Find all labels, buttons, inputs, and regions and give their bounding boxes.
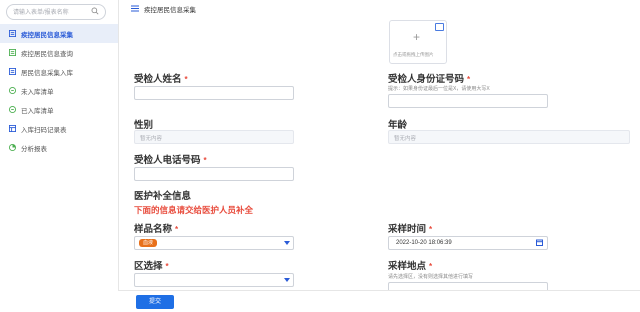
upload-text: 点击或拖拽上传图片 <box>393 52 434 57</box>
section-title: 医护补全信息 <box>134 191 192 202</box>
sidebar-item-label: 未入库清单 <box>21 89 54 96</box>
search-input[interactable]: 请输入表单/报表名称 <box>6 4 106 20</box>
place-label: 采样地点 * <box>388 261 433 272</box>
sidebar-item-collect[interactable]: 疾控居民信息采集 <box>0 24 118 43</box>
menu-icon[interactable] <box>131 5 139 12</box>
form-icon <box>9 30 16 37</box>
name-input[interactable] <box>134 86 294 100</box>
sidebar-item-label: 已入库清单 <box>21 108 54 115</box>
sidebar-item-label: 疾控居民信息采集 <box>21 32 73 39</box>
table-icon <box>9 125 16 132</box>
phone-label: 受检人电话号码 * <box>134 155 207 166</box>
id-label: 受检人身份证号码 * <box>388 74 471 85</box>
id-hint: 提示：如果身份证最后一位是X，请使用大写X <box>388 86 490 92</box>
list-icon <box>9 87 16 94</box>
list-icon <box>9 106 16 113</box>
calendar-icon[interactable] <box>536 239 543 246</box>
footer-bar <box>118 290 640 312</box>
place-hint: 请先选择区，没有则选择其他进行填写 <box>388 274 474 280</box>
gender-field: 暂无内容 <box>134 130 294 144</box>
time-picker[interactable]: 2022-10-20 18:06:39 <box>388 236 548 250</box>
region-label: 区选择 * <box>134 261 169 272</box>
sidebar-item-in[interactable]: 已入库清单 <box>0 100 118 119</box>
sidebar-item-label: 入库扫码记录表 <box>21 127 67 134</box>
sidebar-item-report[interactable]: 分析报表 <box>0 138 118 157</box>
age-field: 暂无内容 <box>388 130 630 144</box>
sample-label: 样品名称 * <box>134 224 179 235</box>
sidebar-item-not-in[interactable]: 未入库清单 <box>0 81 118 100</box>
phone-input[interactable] <box>134 167 294 181</box>
region-select[interactable] <box>134 273 294 287</box>
upload-icon <box>435 23 444 31</box>
page-title: 疾控居民信息采集 <box>144 7 196 14</box>
chevron-down-icon[interactable] <box>284 278 290 282</box>
image-upload[interactable]: + 点击或拖拽上传图片 <box>389 20 447 64</box>
sidebar-item-warehouse[interactable]: 居民信息采集入库 <box>0 62 118 81</box>
chevron-down-icon[interactable] <box>284 241 290 245</box>
sidebar: 请输入表单/报表名称 疾控居民信息采集 疾控居民信息查询 居民信息采集入库 未入… <box>0 0 119 311</box>
search-placeholder: 请输入表单/报表名称 <box>13 10 69 16</box>
gender-label: 性别 <box>134 120 154 131</box>
sidebar-item-label: 分析报表 <box>21 146 47 153</box>
sample-tag[interactable]: 血液 <box>139 239 158 247</box>
sample-select[interactable]: 血液 <box>134 236 294 250</box>
sidebar-item-label: 疾控居民信息查询 <box>21 51 73 58</box>
name-label: 受检人姓名 * <box>134 74 188 85</box>
section-note: 下面的信息请交给医护人员补全 <box>134 205 254 215</box>
sidebar-item-scan-log[interactable]: 入库扫码记录表 <box>0 119 118 138</box>
time-value: 2022-10-20 18:06:39 <box>396 240 452 246</box>
plus-icon: + <box>413 30 421 44</box>
submit-button[interactable]: 提交 <box>136 295 174 309</box>
form-icon <box>9 49 16 56</box>
age-label: 年龄 <box>388 120 408 131</box>
form-icon <box>9 68 16 75</box>
sidebar-item-query[interactable]: 疾控居民信息查询 <box>0 43 118 62</box>
sidebar-item-label: 居民信息采集入库 <box>21 70 73 77</box>
search-icon[interactable] <box>91 7 99 15</box>
chart-icon <box>9 144 16 151</box>
id-input[interactable] <box>388 94 548 108</box>
time-label: 采样时间 * <box>388 224 433 235</box>
